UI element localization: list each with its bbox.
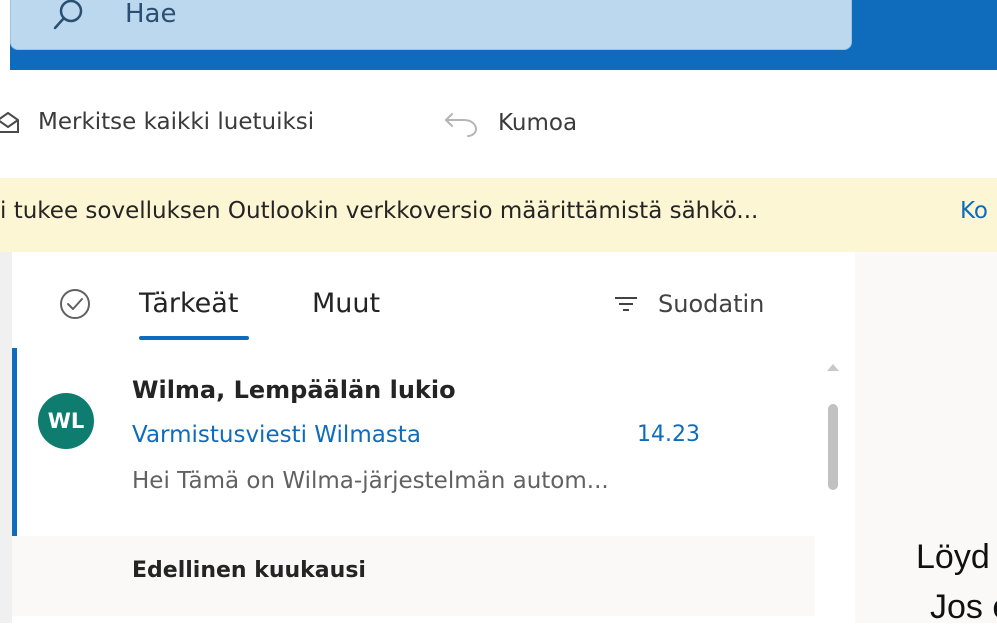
top-bar-edge xyxy=(0,0,10,70)
select-all-checkbox[interactable] xyxy=(57,286,93,322)
filter-label: Suodatin xyxy=(658,290,765,318)
reading-pane-text-2: Jos e xyxy=(930,588,997,626)
next-item-top xyxy=(12,616,815,623)
scroll-up-arrow[interactable] xyxy=(827,364,839,371)
undo-label: Kumoa xyxy=(498,110,578,136)
message-time: 14.23 xyxy=(637,422,700,447)
message-sender: Wilma, Lempäälän lukio xyxy=(132,376,456,404)
mark-all-read-button[interactable]: Merkitse kaikki luetuiksi xyxy=(0,108,314,136)
filter-icon xyxy=(615,297,637,311)
message-list: Tärkeät Muut Suodatin WL Wilma, Lempäälä… xyxy=(12,252,855,623)
group-header: Edellinen kuukausi xyxy=(132,558,366,583)
mark-all-read-label: Merkitse kaikki luetuiksi xyxy=(38,109,315,135)
inbox-tabs: Tärkeät Muut Suodatin xyxy=(12,252,855,348)
check-circle-icon xyxy=(60,289,90,319)
search-box[interactable]: Hae xyxy=(10,0,852,50)
avatar: WL xyxy=(38,393,94,449)
undo-button[interactable]: Kumoa xyxy=(442,108,577,138)
left-gutter xyxy=(0,252,12,623)
envelope-open-icon xyxy=(0,111,19,133)
banner-link[interactable]: Ko xyxy=(960,198,988,224)
tab-focused[interactable]: Tärkeät xyxy=(139,288,238,319)
filter-button[interactable]: Suodatin xyxy=(614,290,764,318)
search-input[interactable]: Hae xyxy=(125,0,176,29)
selected-indicator xyxy=(12,348,17,536)
reading-pane-text-1: Löyd xyxy=(916,538,990,576)
undo-icon xyxy=(445,113,478,137)
info-banner: i tukee sovelluksen Outlookin verkkovers… xyxy=(0,178,997,252)
message-subject: Varmistusviesti Wilmasta xyxy=(132,422,421,448)
command-bar: Merkitse kaikki luetuiksi Kumoa xyxy=(0,70,997,178)
active-tab-indicator xyxy=(139,336,249,340)
scrollbar-thumb[interactable] xyxy=(828,404,838,490)
message-item[interactable]: WL Wilma, Lempäälän lukio Varmistusviest… xyxy=(12,348,815,536)
message-preview: Hei Tämä on Wilma-järjestelmän autom... xyxy=(132,468,609,494)
tab-other[interactable]: Muut xyxy=(312,288,380,319)
search-icon xyxy=(51,0,87,33)
banner-text: i tukee sovelluksen Outlookin verkkovers… xyxy=(0,198,759,224)
